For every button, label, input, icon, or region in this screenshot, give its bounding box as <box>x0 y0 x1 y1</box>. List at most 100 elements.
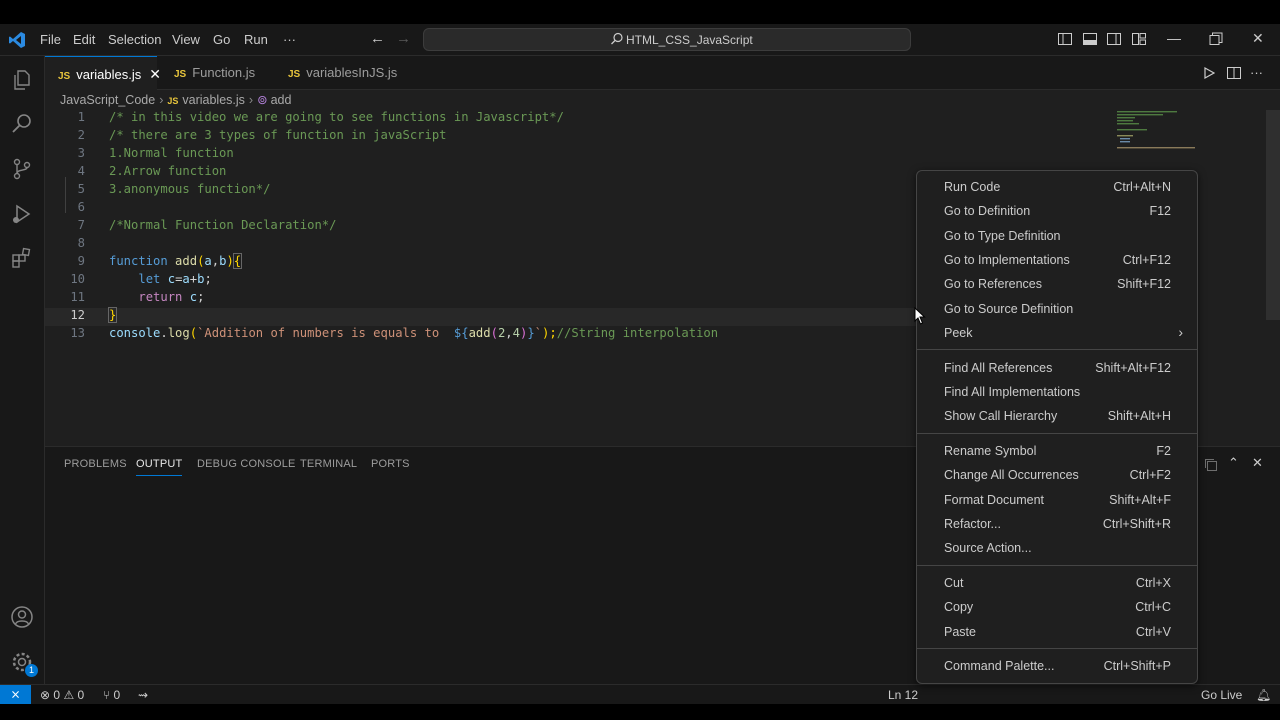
menu-item-show-call-hierarchy[interactable]: Show Call Hierarchy Shift+Alt+H <box>921 404 1193 428</box>
tab-variables-js[interactable]: JS variables.js ✕ <box>45 56 161 91</box>
tab-label: variables.js <box>76 67 142 82</box>
code-punct: ); <box>542 326 557 340</box>
code-param: a <box>204 254 212 268</box>
panel-tab-problems[interactable]: PROBLEMS <box>64 458 127 470</box>
menu-item-command-palette[interactable]: Command Palette... Ctrl+Shift+P <box>921 654 1193 678</box>
menu-file[interactable]: File <box>40 32 61 47</box>
run-file-icon[interactable] <box>1203 67 1215 79</box>
breadcrumb-symbol[interactable]: add <box>271 93 292 107</box>
menu-item-copy[interactable]: Copy Ctrl+C <box>921 595 1193 619</box>
code-paren: ( <box>189 326 198 340</box>
line-number: 2 <box>77 128 85 142</box>
menu-item-go-to-implementations[interactable]: Go to Implementations Ctrl+F12 <box>921 248 1193 272</box>
menu-item-shortcut: Shift+Alt+F <box>1109 493 1171 507</box>
copy-output-icon[interactable] <box>1204 458 1218 472</box>
panel-tab-output[interactable]: OUTPUT <box>136 458 183 476</box>
maximize-panel-icon[interactable]: ⌃ <box>1228 455 1239 471</box>
menu-item-label: Go to Definition <box>944 204 1031 218</box>
menu-item-label: Go to Type Definition <box>944 229 1061 243</box>
menu-separator <box>917 349 1197 350</box>
go-live-button[interactable]: Go Live <box>1201 688 1242 702</box>
breadcrumb-folder[interactable]: JavaScript_Code <box>60 93 155 107</box>
line-number: 7 <box>77 218 85 232</box>
code-comment: //String interpolation <box>556 326 719 340</box>
menu-go[interactable]: Go <box>213 32 230 47</box>
menu-edit[interactable]: Edit <box>73 32 95 47</box>
panel-tab-ports[interactable]: PORTS <box>371 458 410 470</box>
code-string: ` <box>534 326 542 340</box>
code-punct: , <box>505 326 513 340</box>
run-debug-icon[interactable] <box>10 202 34 226</box>
menu-item-label: Rename Symbol <box>944 444 1037 458</box>
close-window-icon[interactable]: ✕ <box>1252 30 1264 47</box>
account-icon[interactable] <box>10 605 34 629</box>
debug-launch-icon[interactable]: ⇝ <box>138 688 148 702</box>
menu-item-shortcut: Ctrl+Shift+R <box>1102 517 1171 531</box>
menu-item-label: Command Palette... <box>944 659 1055 673</box>
code-line: 1 /* in this video we are going to see fu… <box>45 110 1145 128</box>
extensions-icon[interactable] <box>10 246 34 270</box>
menu-item-shortcut: Shift+F12 <box>1117 277 1171 291</box>
menu-separator <box>917 433 1197 434</box>
back-arrow-icon[interactable]: ← <box>370 30 385 47</box>
menu-run[interactable]: Run <box>244 32 268 47</box>
more-actions-icon[interactable]: ··· <box>1250 65 1263 80</box>
problems-status[interactable]: ⊗ 0 ⚠ 0 <box>40 688 84 702</box>
menu-item-change-all-occurrences[interactable]: Change All Occurrences Ctrl+F2 <box>921 463 1193 487</box>
menu-item-rename-symbol[interactable]: Rename Symbol F2 <box>921 439 1193 463</box>
line-number: 9 <box>77 254 85 268</box>
close-panel-icon[interactable]: ✕ <box>1252 455 1263 471</box>
code-object: console <box>109 326 161 340</box>
search-icon[interactable] <box>10 112 34 136</box>
split-editor-icon[interactable] <box>1227 66 1241 80</box>
menu-item-label: Run Code <box>944 180 1001 194</box>
menu-item-cut[interactable]: Cut Ctrl+X <box>921 571 1193 595</box>
toggle-primary-sidebar-icon[interactable] <box>1058 32 1072 46</box>
menu-item-go-to-type-definition[interactable]: Go to Type Definition <box>921 224 1193 248</box>
menu-item-peek[interactable]: Peek › <box>921 321 1193 345</box>
ports-status[interactable]: ⑂ 0 <box>103 688 120 702</box>
cursor-position[interactable]: Ln 12 <box>888 688 918 702</box>
menu-selection[interactable]: Selection <box>108 32 161 47</box>
menu-item-run-code[interactable]: Run Code Ctrl+Alt+N <box>921 175 1193 199</box>
code-comment: /*Normal Function Declaration*/ <box>109 218 337 232</box>
notifications-bell-icon[interactable]: 🔔︎ <box>1256 688 1271 702</box>
menu-item-paste[interactable]: Paste Ctrl+V <box>921 620 1193 644</box>
editor-scrollbar[interactable] <box>1266 110 1280 320</box>
javascript-file-icon: JS <box>167 96 179 106</box>
forward-arrow-icon[interactable]: → <box>396 30 411 47</box>
menu-item-label: Peek <box>944 326 973 340</box>
command-center-search[interactable]: HTML_CSS_JavaScript <box>423 28 911 51</box>
ports-icon: ⑂ <box>103 688 111 702</box>
menu-item-source-action[interactable]: Source Action... <box>921 536 1193 560</box>
tab-function-js[interactable]: JS Function.js <box>157 56 273 90</box>
menu-more[interactable]: ··· <box>283 32 296 47</box>
remote-icon[interactable]: ⨯ <box>0 685 31 704</box>
panel-tab-debug-console[interactable]: DEBUG CONSOLE <box>197 458 296 470</box>
panel-tab-terminal[interactable]: TERMINAL <box>300 458 357 470</box>
menu-item-format-document[interactable]: Format Document Shift+Alt+F <box>921 488 1193 512</box>
menu-item-find-all-references[interactable]: Find All References Shift+Alt+F12 <box>921 356 1193 380</box>
minimap[interactable] <box>1117 110 1207 150</box>
menu-item-refactor[interactable]: Refactor... Ctrl+Shift+R <box>921 512 1193 536</box>
menu-item-label: Source Action... <box>944 541 1032 555</box>
minimize-icon[interactable]: — <box>1167 30 1181 46</box>
toggle-panel-icon[interactable] <box>1083 32 1097 46</box>
code-punct: . <box>160 326 168 340</box>
restore-icon[interactable] <box>1209 32 1223 46</box>
tab-variablesinjs-js[interactable]: JS variablesInJS.js <box>273 56 411 90</box>
customize-layout-icon[interactable] <box>1132 32 1146 46</box>
files-icon[interactable] <box>10 68 34 92</box>
toggle-secondary-sidebar-icon[interactable] <box>1107 32 1121 46</box>
breadcrumb-file[interactable]: variables.js <box>182 93 245 107</box>
menu-view[interactable]: View <box>172 32 200 47</box>
menu-item-find-all-implementations[interactable]: Find All Implementations <box>921 380 1193 404</box>
menu-item-go-to-definition[interactable]: Go to Definition F12 <box>921 199 1193 223</box>
code-number: 4 <box>512 326 520 340</box>
source-control-icon[interactable] <box>10 157 34 181</box>
code-keyword: return <box>138 290 183 304</box>
chevron-right-icon: › <box>248 93 254 107</box>
menu-item-go-to-references[interactable]: Go to References Shift+F12 <box>921 272 1193 296</box>
menu-item-shortcut: Shift+Alt+F12 <box>1095 361 1171 375</box>
menu-item-go-to-source-definition[interactable]: Go to Source Definition <box>921 297 1193 321</box>
